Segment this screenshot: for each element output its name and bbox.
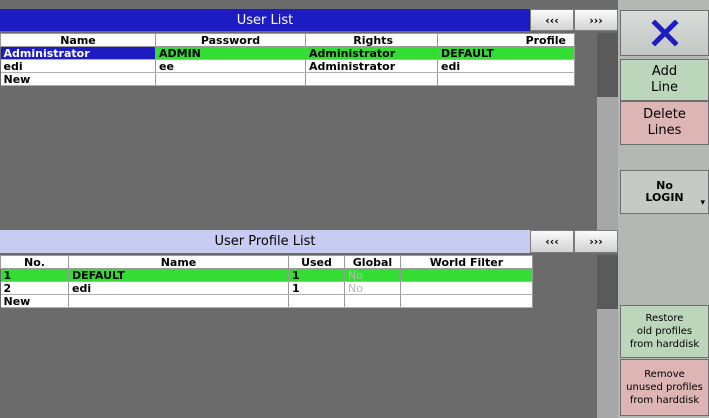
restore-profiles-button[interactable]: Restore old profiles from harddisk	[620, 305, 709, 358]
profile-list-next-button[interactable]: ›››	[574, 230, 618, 253]
user-password-cell[interactable]: ADMIN	[155, 46, 306, 60]
user-list-next-button[interactable]: ›››	[574, 9, 618, 31]
close-x-icon	[650, 20, 679, 46]
table-row[interactable]: 1 DEFAULT 1 No	[0, 268, 533, 282]
remove-unused-profiles-button[interactable]: Remove unused profiles from harddisk	[620, 359, 709, 416]
table-row[interactable]: Administrator ADMIN Administrator DEFAUL…	[0, 46, 575, 60]
profile-list-table: No. Name Used Global World Filter 1 DEFA…	[0, 255, 533, 308]
column-header-world-filter[interactable]: World Filter	[400, 255, 533, 269]
profile-global-cell[interactable]	[344, 294, 401, 308]
profile-no-cell[interactable]: 2	[0, 281, 69, 295]
column-header-used[interactable]: Used	[288, 255, 345, 269]
column-header-profile[interactable]: Profile	[437, 33, 575, 47]
side-panel: Add Line Delete Lines No LOGIN ▾ Restore…	[618, 0, 709, 418]
profile-name-cell[interactable]: DEFAULT	[68, 268, 289, 282]
column-header-no[interactable]: No.	[0, 255, 69, 269]
user-rights-cell[interactable]: Administrator	[305, 59, 438, 73]
column-header-password[interactable]: Password	[155, 33, 306, 47]
user-rights-cell[interactable]: Administrator	[305, 46, 438, 60]
column-header-name[interactable]: Name	[68, 255, 289, 269]
user-name-cell[interactable]: Administrator	[0, 46, 156, 60]
profile-used-cell[interactable]	[288, 294, 345, 308]
user-profile-cell[interactable]	[437, 72, 575, 86]
profile-list-title: User Profile List	[0, 230, 530, 253]
profile-used-cell[interactable]: 1	[288, 281, 345, 295]
add-line-button[interactable]: Add Line	[620, 59, 709, 101]
table-row[interactable]: New	[0, 72, 575, 86]
user-password-cell[interactable]	[155, 72, 306, 86]
table-row[interactable]: New	[0, 294, 533, 308]
profile-name-cell[interactable]: edi	[68, 281, 289, 295]
no-login-label: No LOGIN	[645, 179, 684, 204]
user-rights-cell[interactable]	[305, 72, 438, 86]
dropdown-arrow-icon: ▾	[700, 198, 705, 208]
profile-global-cell[interactable]: No	[344, 268, 401, 282]
table-row[interactable]: edi ee Administrator edi	[0, 59, 575, 73]
user-name-cell[interactable]: New	[0, 72, 156, 86]
user-name-cell[interactable]: edi	[0, 59, 156, 73]
user-list-scrollbar-thumb[interactable]	[597, 33, 618, 97]
profile-filter-cell[interactable]	[400, 294, 533, 308]
table-row[interactable]: 2 edi 1 No	[0, 281, 533, 295]
user-password-cell[interactable]: ee	[155, 59, 306, 73]
profile-list-scrollbar-thumb[interactable]	[597, 255, 618, 309]
close-button[interactable]	[620, 10, 709, 56]
profile-global-cell[interactable]: No	[344, 281, 401, 295]
column-header-global[interactable]: Global	[344, 255, 401, 269]
profile-name-cell[interactable]	[68, 294, 289, 308]
delete-lines-button[interactable]: Delete Lines	[620, 101, 709, 145]
profile-list-prev-button[interactable]: ‹‹‹	[530, 230, 574, 253]
column-header-name[interactable]: Name	[0, 33, 156, 47]
profile-filter-cell[interactable]	[400, 268, 533, 282]
user-list-title: User List	[0, 9, 530, 31]
profile-filter-cell[interactable]	[400, 281, 533, 295]
profile-used-cell[interactable]: 1	[288, 268, 345, 282]
user-list-prev-button[interactable]: ‹‹‹	[530, 9, 574, 31]
user-profile-cell[interactable]: edi	[437, 59, 575, 73]
profile-list-scrollbar[interactable]	[597, 255, 618, 418]
no-login-button[interactable]: No LOGIN ▾	[620, 170, 709, 214]
column-header-rights[interactable]: Rights	[305, 33, 438, 47]
user-list-scrollbar[interactable]	[597, 33, 618, 230]
profile-no-cell[interactable]: 1	[0, 268, 69, 282]
user-list-table: Name Password Rights Profile Administrat…	[0, 33, 575, 86]
user-profile-cell[interactable]: DEFAULT	[437, 46, 575, 60]
profile-no-cell[interactable]: New	[0, 294, 69, 308]
